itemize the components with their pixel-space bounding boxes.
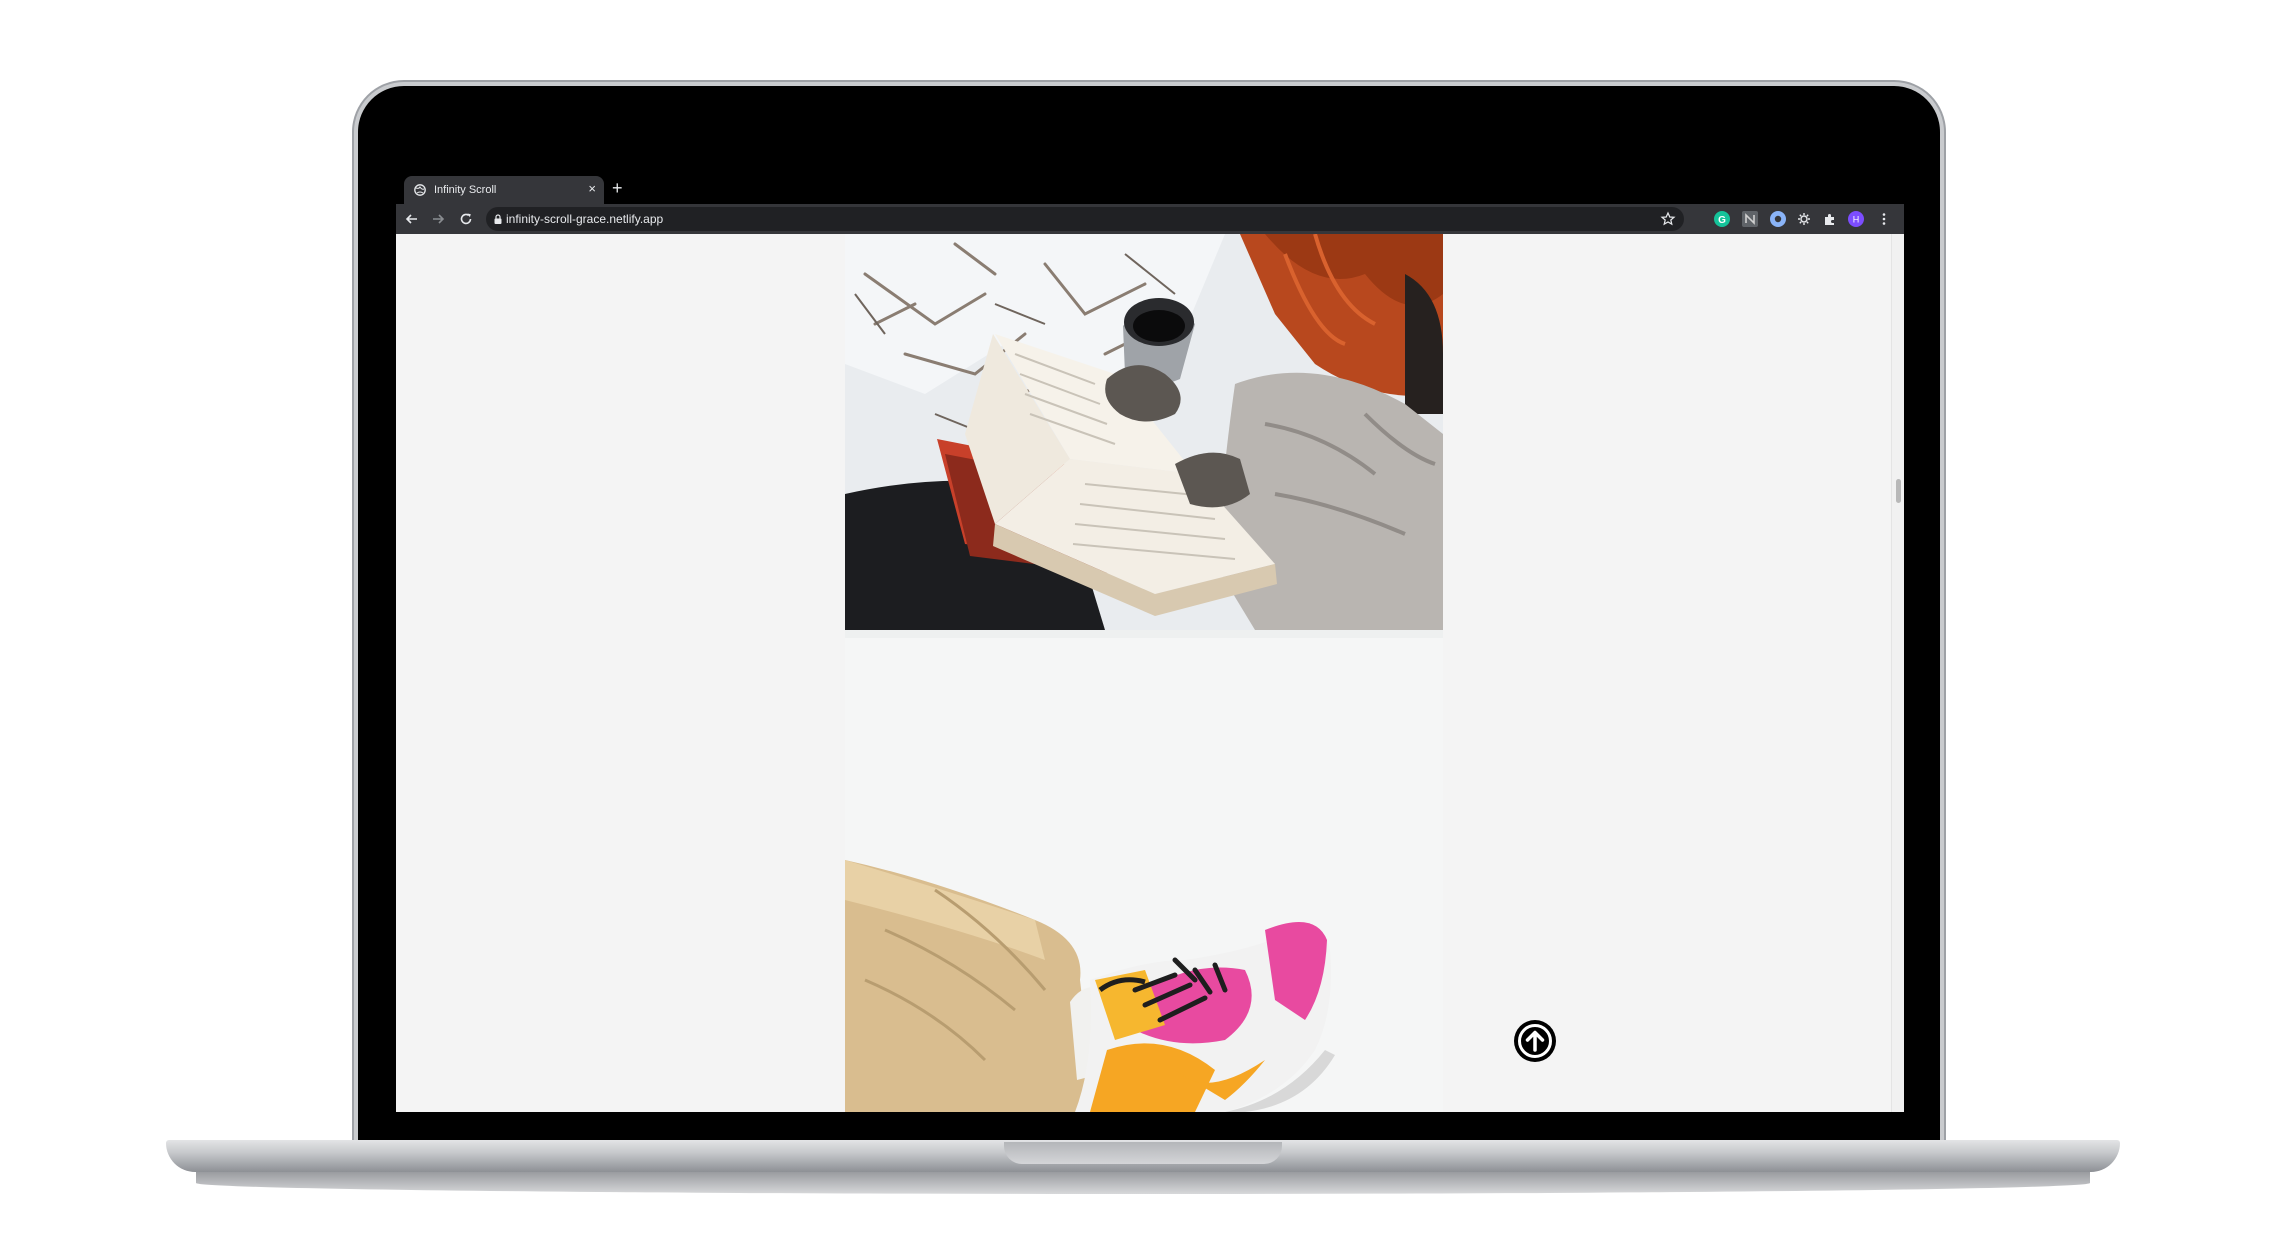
profile-initial: H — [1853, 215, 1860, 225]
tab-title: Infinity Scroll — [434, 184, 497, 196]
tab-infinity-scroll[interactable]: Infinity Scroll × — [404, 176, 604, 204]
laptop-notch — [1004, 1142, 1282, 1164]
arrow-up-circle-icon — [1518, 1024, 1552, 1058]
grammarly-extension-icon[interactable]: G — [1714, 211, 1730, 227]
notion-extension-icon[interactable] — [1742, 211, 1758, 227]
close-tab-icon[interactable]: × — [588, 182, 596, 196]
book-and-thermos-photo[interactable] — [845, 234, 1443, 630]
new-tab-button[interactable]: + — [612, 177, 623, 199]
arrow-left-icon[interactable] — [404, 211, 420, 227]
lock-icon — [494, 214, 502, 224]
browser-window: Infinity Scroll × + infinity-scroll-grac… — [396, 174, 1904, 1112]
address-bar[interactable]: infinity-scroll-grace.netlify.app — [486, 207, 1684, 231]
circle-extension-icon[interactable] — [1770, 211, 1786, 227]
scrollbar-thumb[interactable] — [1896, 479, 1901, 503]
url-text: infinity-scroll-grace.netlify.app — [506, 212, 664, 226]
vertical-scrollbar[interactable] — [1891, 234, 1904, 1112]
scroll-to-top-button[interactable] — [1514, 1020, 1556, 1062]
svg-text:G: G — [1718, 215, 1726, 226]
kebab-menu-icon[interactable] — [1876, 211, 1892, 227]
puzzle-extensions-icon[interactable] — [1822, 211, 1838, 227]
arrow-right-icon[interactable] — [430, 211, 446, 227]
reload-icon[interactable] — [458, 211, 474, 227]
settings-extension-icon[interactable] — [1796, 211, 1812, 227]
globe-icon — [414, 184, 426, 196]
star-icon[interactable] — [1660, 211, 1676, 227]
laptop-foot — [196, 1172, 2090, 1194]
tab-strip: Infinity Scroll × + — [396, 174, 1904, 204]
page-viewport[interactable] — [396, 234, 1904, 1112]
pink-sneaker-photo[interactable] — [845, 630, 1443, 1112]
browser-toolbar: infinity-scroll-grace.netlify.app G H — [396, 204, 1904, 234]
profile-avatar[interactable]: H — [1848, 211, 1864, 227]
photo-feed — [845, 234, 1443, 1112]
